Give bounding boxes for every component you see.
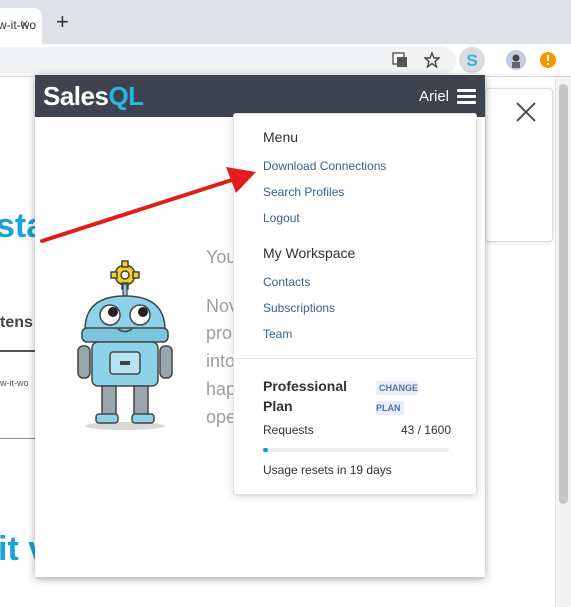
popup-body-text: into xyxy=(206,351,236,371)
popup-body-text: ope xyxy=(206,407,237,427)
popup-body-text: pro xyxy=(206,323,233,343)
user-name[interactable]: Ariel xyxy=(419,88,449,105)
menu-heading: Menu xyxy=(263,129,299,145)
hamburger-menu-icon[interactable] xyxy=(457,89,476,104)
salesql-extension-icon[interactable]: S xyxy=(459,47,485,73)
alert-icon[interactable] xyxy=(540,52,556,68)
menu-item-team[interactable]: Team xyxy=(263,327,292,341)
browser-toolbar xyxy=(0,44,571,77)
salesql-logo: SalesQL xyxy=(43,81,144,112)
svg-text:S: S xyxy=(466,51,477,70)
user-dropdown-menu: Menu Download Connections Search Profile… xyxy=(233,113,477,495)
plan-name: Professional Plan xyxy=(263,378,348,414)
requests-progress-bar xyxy=(263,448,449,452)
logo-suffix: QL xyxy=(108,81,144,111)
requests-progress-fill xyxy=(263,448,269,452)
requests-value: 43 / 1600 xyxy=(400,423,451,437)
bookmark-star-icon[interactable] xyxy=(424,52,440,68)
requests-label: Requests xyxy=(263,423,314,437)
menu-item-download-connections[interactable]: Download Connections xyxy=(263,159,386,173)
popup-header: SalesQL Ariel xyxy=(35,75,485,117)
scrollbar-thumb[interactable] xyxy=(559,84,568,504)
browser-tab[interactable]: w-it-wo × xyxy=(0,8,42,44)
background-divider-2 xyxy=(0,438,36,439)
popup-body-text: You xyxy=(206,247,237,267)
tab-title: w-it-wo xyxy=(0,18,36,32)
close-icon[interactable] xyxy=(514,100,538,124)
workspace-heading: My Workspace xyxy=(263,245,356,261)
logo-prefix: Sales xyxy=(43,81,109,111)
robot-mascot-icon xyxy=(77,260,173,430)
menu-item-subscriptions[interactable]: Subscriptions xyxy=(263,301,335,315)
menu-item-search-profiles[interactable]: Search Profiles xyxy=(263,185,344,199)
menu-item-logout[interactable]: Logout xyxy=(263,211,300,225)
background-divider xyxy=(0,350,36,352)
tab-strip: w-it-wo × + xyxy=(0,0,571,44)
popup-body-text: hap xyxy=(206,379,237,399)
translate-icon[interactable] xyxy=(392,52,408,68)
tab-close-icon[interactable]: × xyxy=(20,16,29,33)
new-tab-button[interactable]: + xyxy=(56,11,69,33)
change-plan-button[interactable]: CHANGE PLAN xyxy=(376,378,428,418)
background-small-text: w-it-wo xyxy=(0,378,29,388)
profile-avatar-icon[interactable] xyxy=(506,50,526,70)
menu-divider xyxy=(234,358,476,359)
menu-item-contacts[interactable]: Contacts xyxy=(263,275,310,289)
address-bar[interactable] xyxy=(0,47,456,75)
usage-reset-text: Usage resets in 19 days xyxy=(263,463,392,477)
change-plan-label: CHANGE PLAN xyxy=(376,381,419,415)
background-tab-label: tens xyxy=(0,314,33,331)
